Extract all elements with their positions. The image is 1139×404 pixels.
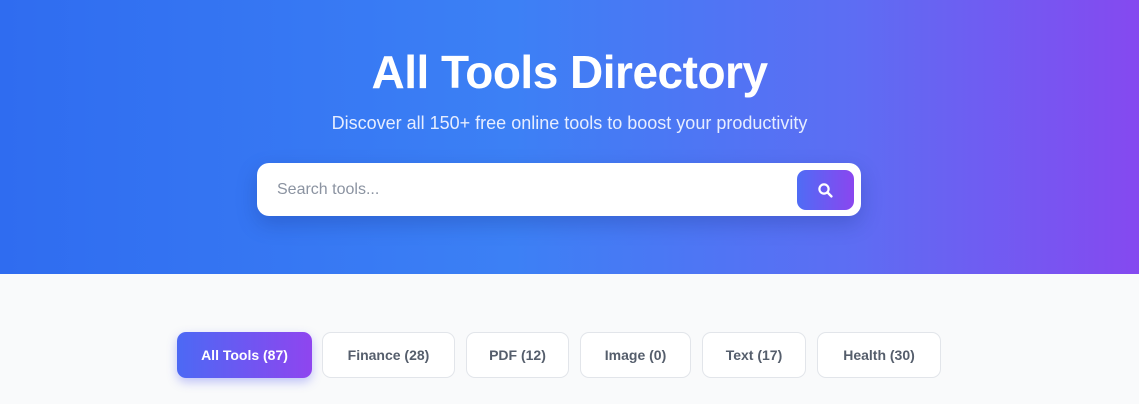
search-input[interactable] (277, 163, 787, 216)
search-bar (257, 163, 861, 216)
filter-pdf[interactable]: PDF (12) (466, 332, 569, 378)
hero-banner: All Tools Directory Discover all 150+ fr… (0, 0, 1139, 274)
page-subtitle: Discover all 150+ free online tools to b… (331, 113, 808, 133)
filter-health[interactable]: Health (30) (817, 332, 941, 378)
category-filter-bar: All Tools (87) Finance (28) PDF (12) Ima… (0, 332, 1139, 378)
filter-all-tools[interactable]: All Tools (87) (177, 332, 312, 378)
search-icon (818, 183, 833, 198)
page-title: All Tools Directory (371, 46, 768, 98)
filter-image[interactable]: Image (0) (580, 332, 691, 378)
search-button[interactable] (797, 170, 854, 210)
filter-finance[interactable]: Finance (28) (322, 332, 455, 378)
filter-text[interactable]: Text (17) (702, 332, 806, 378)
